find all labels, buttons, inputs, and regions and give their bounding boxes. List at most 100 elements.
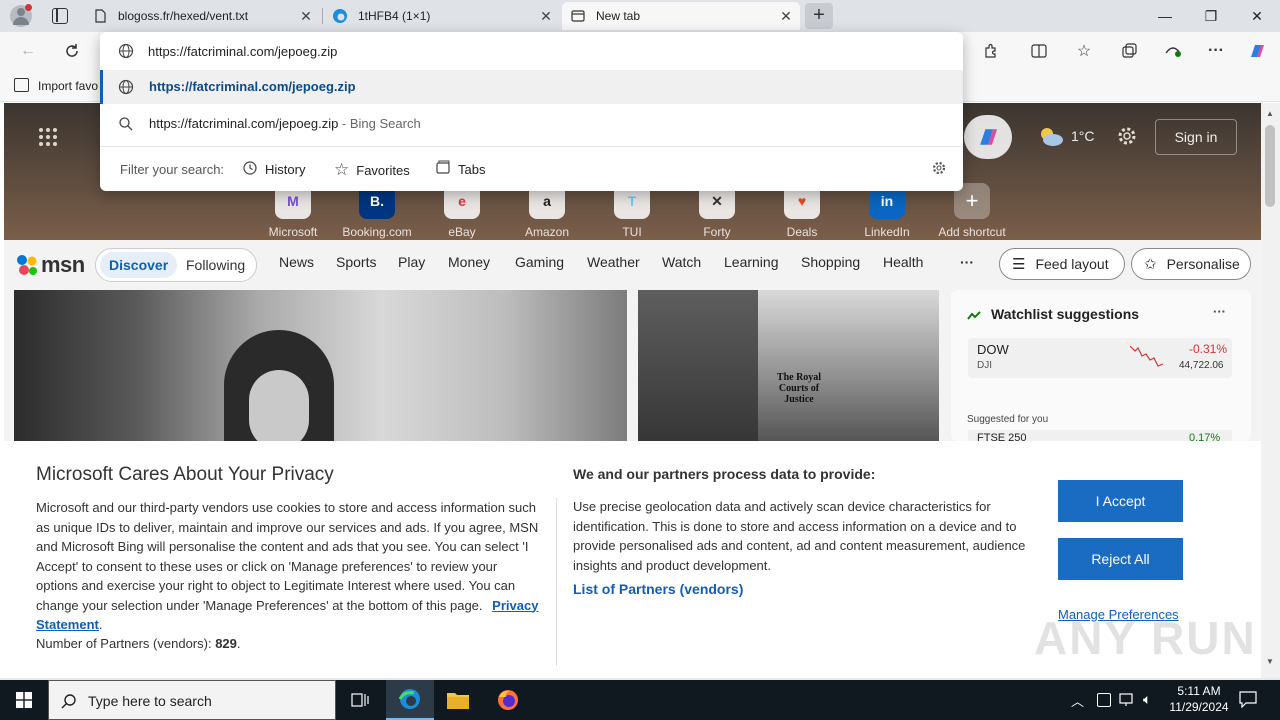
extensions-icon[interactable] [980,40,1002,62]
add-shortcut-button[interactable]: + Add shortcut [937,183,1007,239]
page-settings-icon[interactable] [1116,125,1138,147]
nav-gaming[interactable]: Gaming [515,254,564,270]
search-settings-gear-icon[interactable] [931,160,947,176]
sign-in-button[interactable]: Sign in [1155,119,1237,155]
shortcut-tui[interactable]: T TUI [597,183,667,239]
msn-logo[interactable]: msn [16,252,85,278]
close-tab-icon[interactable]: ✕ [298,8,314,24]
personalise-button[interactable]: ✩ Personalise [1131,248,1251,280]
windows-start-icon[interactable] [0,680,48,720]
article-image-courts[interactable]: The Royal Courts of Justice [638,290,939,441]
watchlist-card: Watchlist suggestions ··· DOW DJI -0.31%… [951,290,1251,441]
tray-volume-icon[interactable]: 🔈︎ [1143,691,1151,708]
page-scrollbar[interactable]: ▲ ▼ [1261,103,1280,678]
settings-more-icon[interactable]: ··· [1205,40,1227,62]
weather-icon[interactable] [1038,125,1064,147]
notifications-icon[interactable] [1239,691,1257,709]
feed-layout-button[interactable]: ☰ Feed layout [999,248,1125,280]
tab-new-tab[interactable]: New tab ✕ [562,2,800,30]
performance-icon[interactable] [1162,40,1184,62]
nav-play[interactable]: Play [398,254,425,270]
nav-sports[interactable]: Sports [336,254,376,270]
maximize-button[interactable]: ❐ [1188,0,1234,32]
shortcut-deals[interactable]: ♥ Deals [767,183,837,239]
nav-more-icon[interactable]: ··· [960,254,974,270]
filter-history[interactable]: History [242,160,305,179]
windows-taskbar: Type here to search ︿ 🔈︎ 5:11 AM 11/29/2… [0,680,1280,720]
close-tab-icon[interactable]: ✕ [778,8,794,24]
scroll-down-arrow[interactable]: ▼ [1266,657,1274,666]
address-globe-icon [118,43,134,59]
privacy-consent-banner: Microsoft Cares About Your Privacy Micro… [4,441,1261,678]
partners-count: 829 [215,636,237,651]
watchlist-title: Watchlist suggestions [991,306,1140,322]
tray-network-icon[interactable] [1119,693,1135,707]
task-view-icon[interactable] [336,680,384,720]
import-favorites-link[interactable]: Import favo [38,79,98,93]
minimize-button[interactable]: — [1142,0,1188,32]
nav-health[interactable]: Health [883,254,923,270]
firefox-icon[interactable] [484,680,532,720]
taskbar-search-box[interactable]: Type here to search [48,680,336,720]
tray-chevron-icon[interactable]: ︿ [1071,691,1084,710]
collections-icon[interactable] [1118,40,1140,62]
nav-news[interactable]: News [279,254,314,270]
nav-shopping[interactable]: Shopping [801,254,860,270]
watchlist-more-icon[interactable]: ··· [1213,304,1226,319]
nav-weather[interactable]: Weather [587,254,640,270]
accept-button[interactable]: I Accept [1058,480,1183,522]
partners-count-line: Number of Partners (vendors): 829. [36,636,241,651]
tab-following[interactable]: Following [186,252,245,278]
nav-watch[interactable]: Watch [662,254,701,270]
nav-money[interactable]: Money [448,254,490,270]
shortcut-amazon[interactable]: a Amazon [512,183,582,239]
privacy-body: Microsoft and our third-party vendors us… [36,500,539,632]
profile-avatar[interactable] [10,4,32,27]
tab-discover[interactable]: Discover [100,252,178,278]
close-tab-icon[interactable]: ✕ [538,8,554,24]
tray-network-drive-icon[interactable] [1097,693,1111,707]
edge-icon [332,8,348,24]
address-input[interactable] [148,41,848,61]
vendors-list-link[interactable]: List of Partners (vendors) [573,581,743,597]
tab-blogoss[interactable]: blogoss.fr/hexed/vent.txt ✕ [84,2,320,30]
clock-time: 5:11 AM [1177,684,1221,698]
dropdown-divider [100,146,963,147]
taskbar-clock[interactable]: 5:11 AM 11/29/2024 [1166,683,1232,715]
taskbar-edge-icon[interactable] [386,680,434,720]
nav-learning[interactable]: Learning [724,254,779,270]
filter-label: Filter your search: [120,162,225,177]
refresh-icon[interactable] [61,40,83,62]
favorites-star-icon[interactable]: ☆ [1073,40,1095,62]
scroll-thumb[interactable] [1265,125,1275,207]
suggestion-bing-search[interactable]: https://fatcriminal.com/jepoeg.zip - Bin… [100,107,963,141]
sliders-icon: ☰ [1012,256,1026,273]
close-window-button[interactable]: ✕ [1234,0,1280,32]
tab-1thfb4[interactable]: 1tHFB4 (1×1) ✕ [324,2,560,30]
privacy-divider [556,498,557,666]
file-explorer-icon[interactable] [434,680,482,720]
clock-date: 11/29/2024 [1169,700,1229,714]
weather-temperature: 1°C [1071,128,1095,144]
tabs-icon [435,160,451,179]
shortcut-ebay[interactable]: e eBay [427,183,497,239]
tab-actions-icon[interactable] [52,8,68,24]
back-icon[interactable]: ← [17,40,39,62]
document-icon [92,8,108,24]
copilot-icon[interactable] [1246,40,1268,62]
data-processing-title: We and our partners process data to prov… [573,466,876,482]
shortcut-linkedin[interactable]: in LinkedIn [852,183,922,239]
copilot-button[interactable] [964,115,1012,159]
hero-article-image[interactable] [14,290,627,441]
reject-all-button[interactable]: Reject All [1058,538,1183,580]
new-tab-button[interactable]: + [805,3,833,29]
split-screen-icon[interactable] [1028,40,1050,62]
scroll-up-arrow[interactable]: ▲ [1266,109,1274,118]
filter-tabs[interactable]: Tabs [435,160,485,179]
watchlist-partial-row: FTSE 250 0.17% [968,430,1232,441]
filter-favorites[interactable]: ☆ Favorites [334,160,410,180]
apps-launcher-icon[interactable] [38,127,58,147]
watchlist-row[interactable]: DOW DJI -0.31% 44,722.06 [968,338,1232,378]
suggestion-url[interactable]: https://fatcriminal.com/jepoeg.zip [100,70,963,104]
shortcut-booking[interactable]: B. Booking.com [342,183,412,239]
